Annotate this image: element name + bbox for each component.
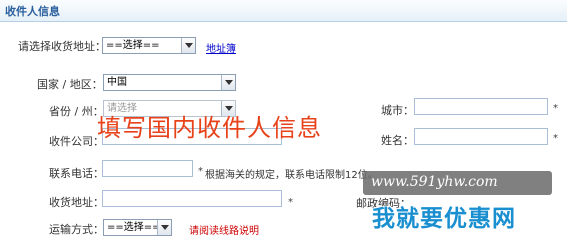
chevron-down-icon [157,220,171,235]
section-header: 收件人信息 [0,0,567,22]
watermark-url-banner: www.591yhw.com [363,171,552,195]
phone-note: 根据海关的规定，联系电话限制12位。 [205,170,378,181]
chevron-down-icon [181,38,195,53]
address-label: 收货地址： [49,196,104,209]
section-title: 收件人信息 [5,5,60,18]
phone-label: 联系电话： [49,167,104,180]
name-input[interactable] [414,128,548,145]
shipping-select-value: ==选择== [107,222,161,233]
address-select-label: 请选择收货地址： [18,40,106,53]
required-mark: * [553,103,558,114]
address-input[interactable] [102,190,282,207]
country-select[interactable]: 中国 [103,74,236,91]
province-label: 省份 / 州： [49,105,104,118]
address-book-link[interactable]: 地址簿 [206,40,236,55]
address-select-value: ==选择== [106,40,160,51]
shipping-note-link[interactable]: 请阅读线路说明 [189,222,259,237]
city-label: 城市： [381,104,414,117]
required-mark: * [288,197,293,208]
watermark-brand: 我就要优惠网 [372,206,516,232]
overlay-caption: 填写国内收件人信息 [97,114,322,142]
watermark-url: www.591yhw.com [371,174,498,190]
address-select[interactable]: ==选择== [102,37,196,54]
country-select-value: 中国 [107,77,127,88]
city-input[interactable] [414,98,548,115]
required-mark: * [198,166,203,177]
shipping-select[interactable]: ==选择== [103,219,172,236]
name-label: 姓名： [381,134,414,147]
company-label: 收件公司： [49,135,104,148]
required-mark: * [553,133,558,144]
country-label: 国家 / 地区： [37,78,103,91]
shipping-label: 运输方式： [49,223,104,236]
phone-input[interactable] [102,160,193,177]
chevron-down-icon [221,75,235,90]
